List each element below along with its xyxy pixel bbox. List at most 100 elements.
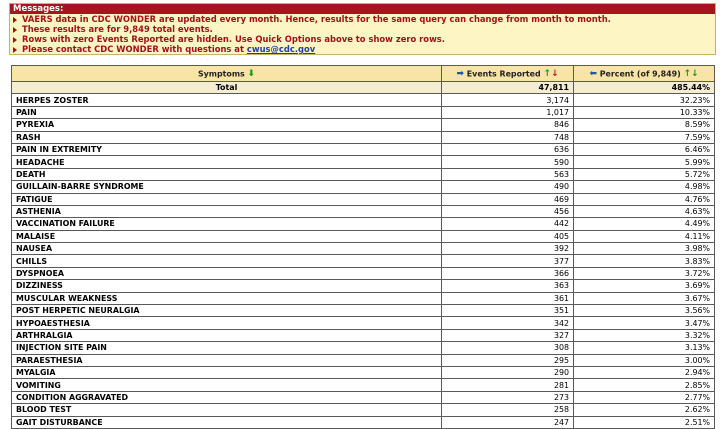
messages-panel: Messages: VAERS data in CDC WONDER are u…: [9, 3, 716, 55]
sort-down-icon[interactable]: ⬇: [248, 69, 256, 79]
percent-cell: 8.59%: [573, 118, 715, 132]
symptom-cell: ARTHRALGIA: [11, 328, 442, 343]
percent-cell: 3.67%: [573, 291, 715, 306]
symptom-cell: HYPOAESTHESIA: [11, 316, 442, 330]
events-cell: 377: [441, 254, 574, 268]
percent-cell: 3.83%: [573, 254, 715, 268]
symptom-cell: MUSCULAR WEAKNESS: [11, 291, 442, 306]
table-row: ARTHRALGIA 327 3.32%: [11, 328, 715, 343]
percent-cell: 5.72%: [573, 167, 715, 182]
events-cell: 273: [441, 390, 574, 405]
percent-cell: 2.51%: [573, 415, 715, 429]
results-table: Symptoms ⬇ ➡ Events Reported ↑↓ ⬅ Percen…: [11, 65, 715, 429]
message-line: Please contact CDC WONDER with questions…: [10, 44, 715, 54]
percent-cell: 7.59%: [573, 130, 715, 144]
events-cell: 247: [441, 415, 574, 429]
bullet-arrow-icon: [13, 16, 17, 23]
percent-cell: 3.69%: [573, 279, 715, 293]
table-row: HYPOAESTHESIA 342 3.47%: [11, 316, 715, 330]
symptom-cell: CHILLS: [11, 254, 442, 268]
move-right-arrow-icon[interactable]: ➡: [456, 69, 464, 79]
message-line: These results are for 9,849 total events…: [10, 24, 715, 34]
bullet-arrow-icon: [13, 26, 17, 33]
events-cell: 846: [441, 118, 574, 132]
table-row: DEATH 563 5.72%: [11, 167, 715, 182]
move-left-arrow-icon[interactable]: ⬅: [589, 69, 597, 79]
symptom-cell: HEADACHE: [11, 155, 442, 169]
events-column-header[interactable]: ➡ Events Reported ↑↓: [441, 65, 574, 82]
table-row: PYREXIA 846 8.59%: [11, 118, 715, 132]
total-label: Total: [11, 80, 442, 95]
percent-cell: 6.46%: [573, 142, 715, 157]
symptom-cell: NAUSEA: [11, 242, 442, 256]
percent-cell: 2.94%: [573, 365, 715, 380]
table-row: CHILLS 377 3.83%: [11, 254, 715, 268]
message-line: VAERS data in CDC WONDER are updated eve…: [10, 14, 715, 24]
events-cell: 590: [441, 155, 574, 169]
symptoms-column-header[interactable]: Symptoms ⬇: [11, 65, 442, 82]
sort-up-down-icon[interactable]: ↑↓: [683, 69, 698, 79]
table-row: VACCINATION FAILURE 442 4.49%: [11, 217, 715, 231]
events-cell: 636: [441, 142, 574, 157]
symptom-cell: PAIN: [11, 105, 442, 120]
table-row: ASTHENIA 456 4.63%: [11, 204, 715, 219]
table-row: MYALGIA 290 2.94%: [11, 365, 715, 380]
percent-cell: 3.98%: [573, 242, 715, 256]
table-row: FATIGUE 469 4.76%: [11, 192, 715, 206]
table-row: POST HERPETIC NEURALGIA 351 3.56%: [11, 304, 715, 318]
symptom-cell: VACCINATION FAILURE: [11, 217, 442, 231]
symptom-cell: RASH: [11, 130, 442, 144]
table-row: HERPES ZOSTER 3,174 32.23%: [11, 93, 715, 107]
events-cell: 351: [441, 304, 574, 318]
header-row: Symptoms ⬇ ➡ Events Reported ↑↓ ⬅ Percen…: [11, 65, 715, 82]
events-cell: 295: [441, 353, 574, 368]
events-cell: 392: [441, 242, 574, 256]
table-row: BLOOD TEST 258 2.62%: [11, 403, 715, 417]
percent-column-header[interactable]: ⬅ Percent (of 9,849) ↑↓: [573, 65, 715, 82]
symptom-cell: DYSPNOEA: [11, 266, 442, 281]
events-cell: 3,174: [441, 93, 574, 107]
symptom-cell: MALAISE: [11, 229, 442, 244]
percent-cell: 4.76%: [573, 192, 715, 206]
table-row: INJECTION SITE PAIN 308 3.13%: [11, 341, 715, 355]
bullet-arrow-icon: [13, 36, 17, 43]
message-line: Rows with zero Events Reported are hidde…: [10, 34, 715, 44]
events-cell: 405: [441, 229, 574, 244]
percent-cell: 2.77%: [573, 390, 715, 405]
symptom-cell: PARAESTHESIA: [11, 353, 442, 368]
percent-cell: 4.49%: [573, 217, 715, 231]
events-header-label: Events Reported: [466, 69, 541, 78]
sort-up-down-icon[interactable]: ↑↓: [543, 69, 558, 79]
table-row: DYSPNOEA 366 3.72%: [11, 266, 715, 281]
percent-cell: 2.62%: [573, 403, 715, 417]
percent-cell: 3.13%: [573, 341, 715, 355]
total-events: 47,811: [441, 80, 574, 95]
events-cell: 1,017: [441, 105, 574, 120]
symptom-cell: BLOOD TEST: [11, 403, 442, 417]
table-row: HEADACHE 590 5.99%: [11, 155, 715, 169]
events-cell: 456: [441, 204, 574, 219]
symptom-cell: HERPES ZOSTER: [11, 93, 442, 107]
symptom-cell: PAIN IN EXTREMITY: [11, 142, 442, 157]
symptom-cell: MYALGIA: [11, 365, 442, 380]
table-row: PAIN 1,017 10.33%: [11, 105, 715, 120]
symptom-cell: GUILLAIN-BARRE SYNDROME: [11, 180, 442, 194]
symptom-cell: FATIGUE: [11, 192, 442, 206]
events-cell: 563: [441, 167, 574, 182]
percent-cell: 3.56%: [573, 304, 715, 318]
events-cell: 442: [441, 217, 574, 231]
percent-header-label: Percent (of 9,849): [599, 69, 681, 78]
events-cell: 363: [441, 279, 574, 293]
contact-email-link[interactable]: cwus@cdc.gov: [247, 44, 315, 54]
events-cell: 290: [441, 365, 574, 380]
symptom-cell: PYREXIA: [11, 118, 442, 132]
table-row: GUILLAIN-BARRE SYNDROME 490 4.98%: [11, 180, 715, 194]
table-row: CONDITION AGGRAVATED 273 2.77%: [11, 390, 715, 405]
percent-cell: 4.11%: [573, 229, 715, 244]
table-row: MALAISE 405 4.11%: [11, 229, 715, 244]
events-cell: 361: [441, 291, 574, 306]
symptom-cell: GAIT DISTURBANCE: [11, 415, 442, 429]
table-row: RASH 748 7.59%: [11, 130, 715, 144]
events-cell: 469: [441, 192, 574, 206]
symptom-cell: INJECTION SITE PAIN: [11, 341, 442, 355]
